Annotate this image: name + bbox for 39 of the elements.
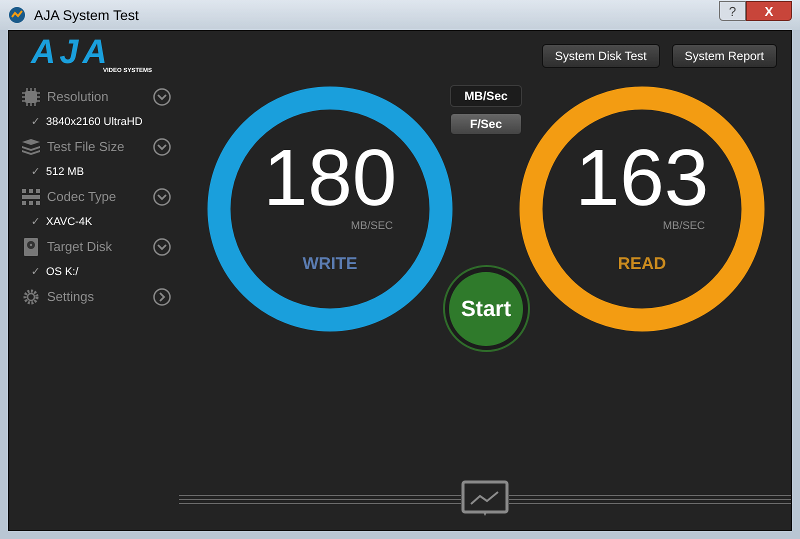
close-button[interactable]: X xyxy=(746,1,792,21)
check-mark: ✓ xyxy=(31,164,40,180)
chart-monitor-icon[interactable] xyxy=(461,480,509,518)
chevron-down-icon[interactable] xyxy=(153,238,171,256)
unit-toggle[interactable]: F/Sec xyxy=(450,113,522,135)
app-icon xyxy=(8,6,26,24)
chevron-down-icon[interactable] xyxy=(153,188,171,206)
settings-item[interactable]: Target Disk xyxy=(21,234,179,260)
setting-value: 512 MB xyxy=(46,164,84,180)
chevron-down-icon[interactable] xyxy=(153,138,171,156)
gauge-label: WRITE xyxy=(302,252,358,274)
chip-icon xyxy=(21,87,41,107)
gauge-value: 163 xyxy=(575,138,709,218)
gauge-value: 180 xyxy=(263,138,397,218)
logo-text: AJA xyxy=(31,37,112,67)
help-button[interactable]: ? xyxy=(719,1,746,21)
toolbar-button[interactable]: System Disk Test xyxy=(542,44,660,68)
layers-icon xyxy=(21,137,41,157)
settings-item[interactable]: Codec Type xyxy=(21,184,179,210)
setting-value: XAVC-4K xyxy=(46,214,92,230)
gear-icon xyxy=(21,287,41,307)
chevron-down-icon[interactable] xyxy=(153,88,171,106)
gauge-label: READ xyxy=(618,252,666,274)
start-button[interactable]: Start xyxy=(449,272,523,346)
window-title: AJA System Test xyxy=(34,6,139,25)
check-mark: ✓ xyxy=(31,214,40,230)
settings-item[interactable]: Settings xyxy=(21,284,179,310)
unit-toggle[interactable]: MB/Sec xyxy=(450,85,522,107)
toolbar-button[interactable]: System Report xyxy=(672,44,777,68)
settings-item[interactable]: Resolution xyxy=(21,84,179,110)
gauge-unit: MB/SEC xyxy=(350,219,393,234)
settings-item[interactable]: Test File Size xyxy=(21,134,179,160)
gauge-unit: MB/SEC xyxy=(662,219,705,234)
check-mark: ✓ xyxy=(31,264,40,280)
setting-value: OS K:/ xyxy=(46,264,78,280)
check-mark: ✓ xyxy=(31,114,40,130)
film-strip-icon xyxy=(21,187,41,207)
chevron-right-icon[interactable] xyxy=(153,288,171,306)
setting-value: 3840x2160 UltraHD xyxy=(46,114,143,130)
